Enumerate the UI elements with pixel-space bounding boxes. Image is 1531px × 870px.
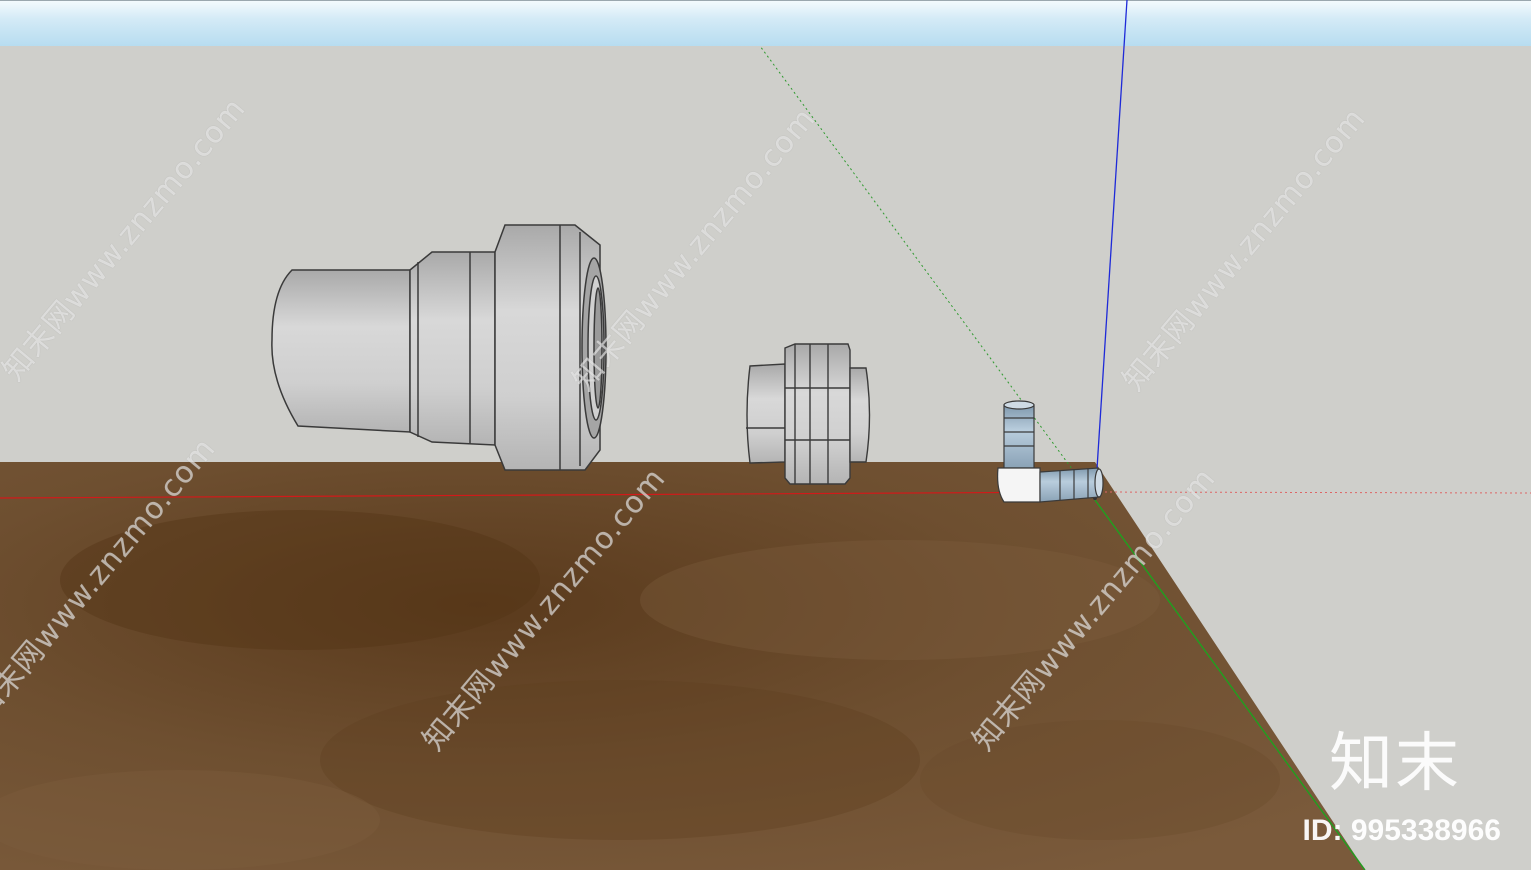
sketchup-viewport[interactable]: 知末网www.znzmo.com 知末网www.znzmo.com 知末网www… (0, 0, 1531, 870)
brand-logo-text: 知末 (1329, 727, 1461, 801)
model-id-label: ID: 995338966 (1302, 814, 1502, 847)
elbow-barb-fitting[interactable] (997, 400, 1104, 503)
blue-axis (1094, 0, 1128, 501)
large-pipe-fitting[interactable] (271, 224, 607, 471)
